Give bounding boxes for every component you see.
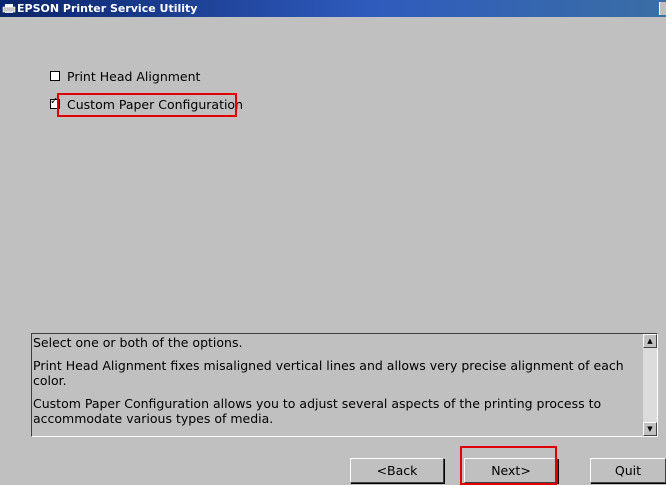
description-line: Custom Paper Configuration allows you to… xyxy=(33,396,602,426)
custom-paper-configuration-checkbox[interactable]: ✓ xyxy=(50,96,60,109)
description-line: Print Head Alignment fixes misaligned ve… xyxy=(33,358,624,388)
description-scrollbar[interactable]: ▲ ▼ xyxy=(643,334,657,436)
scroll-down-icon[interactable]: ▼ xyxy=(643,422,657,436)
check-icon: ✓ xyxy=(50,96,59,107)
option-label: Custom Paper Configuration xyxy=(67,96,244,112)
scroll-up-icon[interactable]: ▲ xyxy=(643,334,657,348)
option-custom-paper-configuration[interactable]: ✓ Custom Paper Configuration xyxy=(50,96,243,112)
description-line: Select one or both of the options. xyxy=(33,335,243,350)
next-button[interactable]: Next> xyxy=(464,458,558,483)
back-button[interactable]: <Back xyxy=(350,458,444,483)
option-print-head-alignment[interactable]: Print Head Alignment xyxy=(50,68,200,84)
window-title: EPSON Printer Service Utility xyxy=(17,2,198,15)
option-label: Print Head Alignment xyxy=(67,68,201,84)
quit-button[interactable]: Quit xyxy=(590,458,666,483)
description-text: Select one or both of the options. Print… xyxy=(33,335,643,434)
title-bar[interactable]: EPSON Printer Service Utility xyxy=(0,0,666,17)
print-head-alignment-checkbox[interactable] xyxy=(50,71,60,81)
description-box: Select one or both of the options. Print… xyxy=(31,333,658,437)
printer-icon xyxy=(2,4,16,13)
window-control-button[interactable] xyxy=(659,2,666,15)
